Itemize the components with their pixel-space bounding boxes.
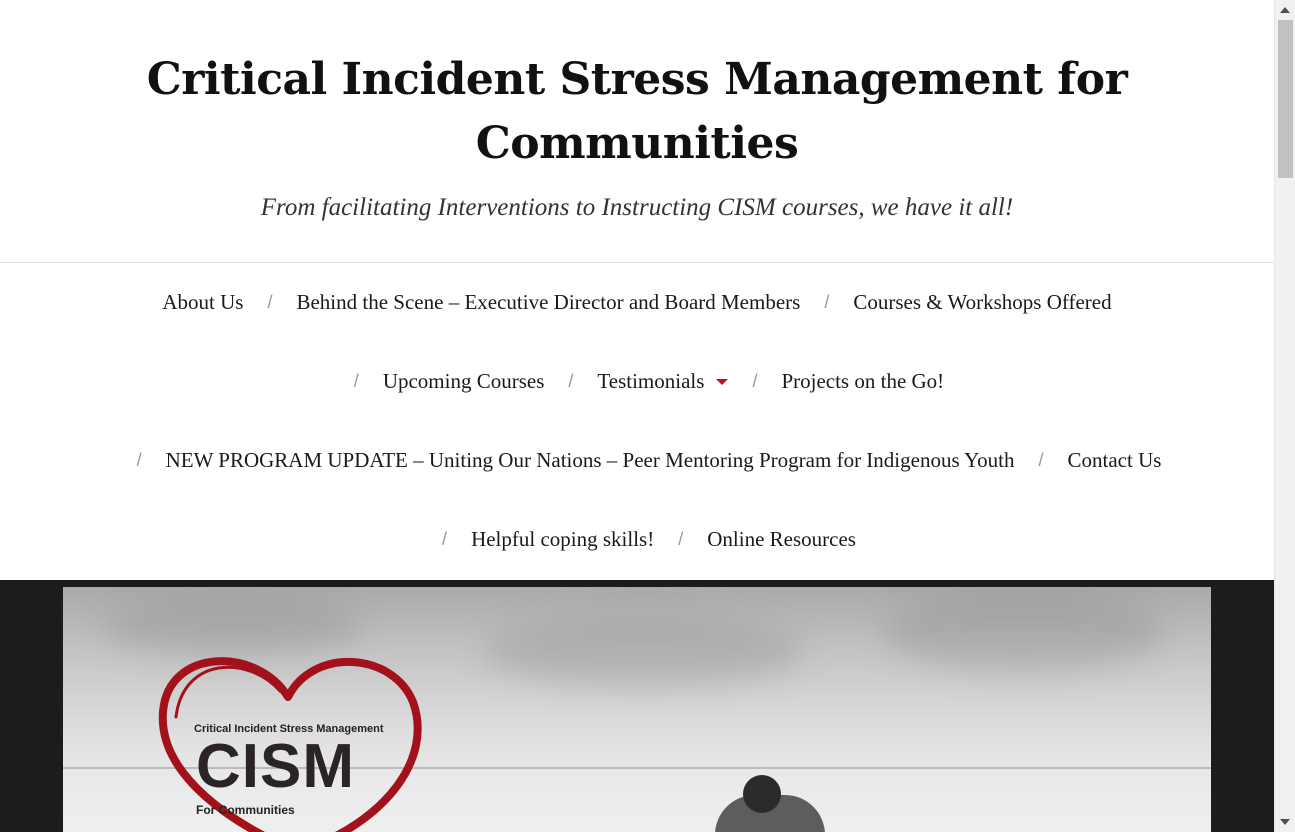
page: Critical Incident Stress Management for … bbox=[0, 0, 1274, 832]
main-navigation: About Us / Behind the Scene – Executive … bbox=[0, 263, 1274, 580]
nav-item-new-program-update[interactable]: NEW PROGRAM UPDATE – Uniting Our Nations… bbox=[166, 448, 1015, 473]
logo-tagline: For Communities bbox=[196, 803, 295, 817]
nav-separator: / bbox=[752, 371, 758, 391]
dropdown-caret-icon[interactable] bbox=[716, 378, 729, 385]
nav-item-projects[interactable]: Projects on the Go! bbox=[781, 369, 944, 394]
site-description: From facilitating Interventions to Instr… bbox=[260, 194, 1014, 221]
nav-separator: / bbox=[267, 292, 273, 312]
person-head bbox=[743, 775, 781, 813]
hero-image: Critical Incident Stress Management CISM… bbox=[63, 587, 1211, 832]
nav-item-label: Testimonials bbox=[597, 369, 705, 393]
logo-name: CISM bbox=[196, 732, 355, 801]
nav-item-contact-us[interactable]: Contact Us bbox=[1068, 448, 1162, 473]
nav-item-about-us[interactable]: About Us bbox=[162, 290, 243, 315]
nav-separator: / bbox=[824, 292, 830, 312]
nav-item-online-resources[interactable]: Online Resources bbox=[707, 527, 856, 552]
nav-separator: / bbox=[353, 371, 359, 391]
site-title[interactable]: Critical Incident Stress Management for … bbox=[137, 0, 1137, 176]
nav-item-coping-skills[interactable]: Helpful coping skills! bbox=[471, 527, 654, 552]
vertical-scrollbar[interactable] bbox=[1274, 0, 1295, 832]
nav-row: / Helpful coping skills! / Online Resour… bbox=[0, 500, 1274, 579]
nav-item-courses-workshops[interactable]: Courses & Workshops Offered bbox=[853, 290, 1111, 315]
nav-separator: / bbox=[678, 529, 684, 549]
nav-row: / NEW PROGRAM UPDATE – Uniting Our Natio… bbox=[0, 421, 1274, 500]
site-header: Critical Incident Stress Management for … bbox=[0, 0, 1274, 263]
scroll-down-arrow-icon[interactable] bbox=[1280, 819, 1290, 825]
scroll-up-arrow-icon[interactable] bbox=[1280, 7, 1290, 13]
nav-row: About Us / Behind the Scene – Executive … bbox=[0, 263, 1274, 342]
nav-row: / Upcoming Courses / Testimonials / Proj… bbox=[0, 342, 1274, 421]
nav-item-behind-the-scene[interactable]: Behind the Scene – Executive Director an… bbox=[296, 290, 800, 315]
nav-item-upcoming-courses[interactable]: Upcoming Courses bbox=[383, 369, 545, 394]
nav-item-testimonials[interactable]: Testimonials bbox=[597, 369, 729, 394]
cloud-shape bbox=[883, 592, 1163, 672]
scrollbar-thumb[interactable] bbox=[1278, 20, 1293, 178]
nav-separator: / bbox=[136, 450, 142, 470]
hero-banner: Critical Incident Stress Management CISM… bbox=[0, 580, 1274, 832]
nav-separator: / bbox=[1038, 450, 1044, 470]
cism-logo: Critical Incident Stress Management CISM… bbox=[148, 627, 428, 832]
nav-separator: / bbox=[568, 371, 574, 391]
nav-separator: / bbox=[442, 529, 448, 549]
cloud-shape bbox=[483, 617, 803, 687]
